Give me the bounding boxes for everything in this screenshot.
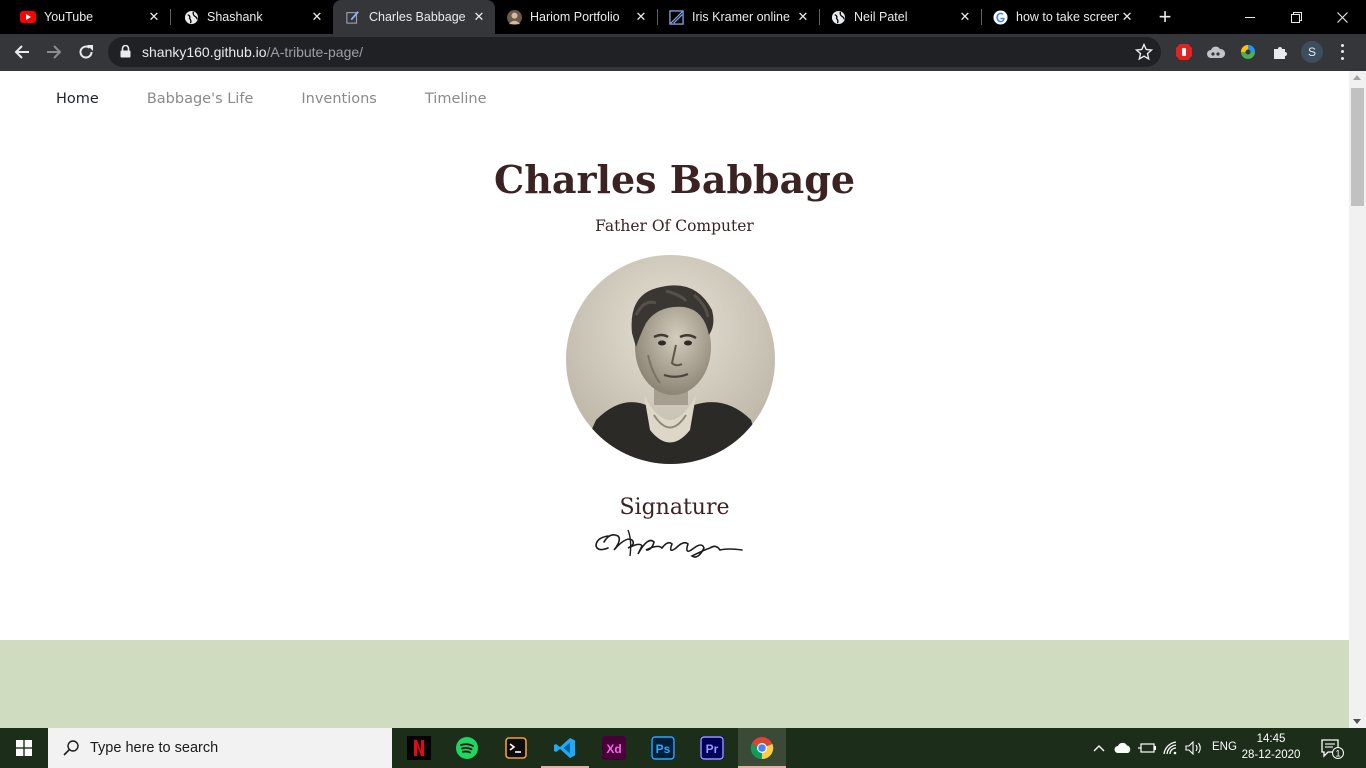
new-tab-button[interactable]: + (1154, 6, 1176, 28)
search-placeholder: Type here to search (90, 740, 219, 756)
close-icon[interactable]: ✕ (309, 9, 325, 25)
tab-iris-kramer[interactable]: Iris Kramer online ✕ (657, 0, 819, 34)
scroll-down-arrow-icon[interactable] (1353, 719, 1361, 724)
terminal-icon[interactable] (492, 728, 540, 768)
tab-charles-babbage[interactable]: Charles Babbage ✕ (333, 0, 495, 34)
windows-taskbar: Type here to search Xd Ps Pr ENG 14:45 2… (0, 728, 1366, 768)
wifi-icon[interactable] (1161, 738, 1181, 758)
premiere-icon[interactable]: Pr (688, 728, 736, 768)
system-clock[interactable]: 14:45 28-12-2020 (1240, 731, 1302, 763)
chrome-icon[interactable] (738, 728, 786, 768)
colorful-extension-icon[interactable] (1238, 42, 1258, 62)
input-language[interactable]: ENG (1212, 741, 1237, 753)
page-subtitle: Father Of Computer (595, 217, 754, 235)
tab-strip: YouTube ✕ Shashank ✕ Charles Babbage ✕ H… (0, 0, 1366, 34)
url-path: /A-tribute-page/ (266, 44, 364, 60)
netflix-icon[interactable] (395, 728, 443, 768)
page-scrollbar[interactable] (1349, 71, 1366, 728)
close-icon[interactable]: ✕ (1119, 9, 1135, 25)
windows-start-icon[interactable] (0, 728, 48, 768)
close-icon[interactable]: ✕ (471, 9, 487, 25)
portrait-image (566, 255, 775, 464)
avatar-icon (506, 9, 522, 25)
tab-neil-patel[interactable]: Neil Patel ✕ (819, 0, 981, 34)
adblock-extension-icon[interactable] (1174, 42, 1194, 62)
chrome-menu-icon[interactable] (1334, 42, 1350, 62)
nav-link-babbages-life[interactable]: Babbage's Life (147, 91, 254, 107)
onedrive-cloud-icon[interactable] (1113, 738, 1133, 758)
address-bar[interactable]: shanky160.github.io/A-tribute-page/ (108, 37, 1161, 67)
tab-youtube[interactable]: YouTube ✕ (0, 0, 170, 34)
url-host: shanky160.github.io (142, 44, 267, 60)
page-title: Charles Babbage (494, 157, 855, 202)
search-icon (62, 739, 80, 757)
youtube-icon (20, 9, 36, 25)
clock-time: 14:45 (1256, 733, 1286, 745)
extensions-puzzle-icon[interactable] (1270, 42, 1290, 62)
close-icon[interactable]: ✕ (795, 9, 811, 25)
back-button[interactable] (8, 38, 36, 66)
tab-hariom-portfolio[interactable]: Hariom Portfolio ✕ (495, 0, 657, 34)
tab-title: Shashank (207, 10, 263, 24)
broken-page-icon (668, 9, 684, 25)
restore-button[interactable] (1273, 0, 1319, 34)
close-icon[interactable]: ✕ (146, 9, 162, 25)
forward-button[interactable] (40, 38, 68, 66)
chevron-up-icon[interactable] (1089, 738, 1109, 758)
pr-label: Pr (706, 742, 719, 756)
notification-center-icon[interactable]: 1 (1320, 736, 1344, 760)
notification-count: 1 (1335, 749, 1340, 759)
xd-label: Xd (606, 742, 621, 756)
close-window-button[interactable] (1319, 0, 1365, 34)
lock-icon[interactable] (120, 44, 131, 63)
profile-avatar[interactable]: S (1301, 41, 1323, 63)
pencil-page-icon (345, 9, 361, 25)
globe-icon (830, 9, 846, 25)
nav-link-inventions[interactable]: Inventions (301, 91, 377, 107)
tab-google-search[interactable]: how to take screen ✕ (981, 0, 1143, 34)
spotify-icon[interactable] (443, 728, 491, 768)
taskbar-search-box[interactable]: Type here to search (48, 728, 392, 768)
volume-icon[interactable] (1184, 738, 1204, 758)
photoshop-icon[interactable]: Ps (639, 728, 687, 768)
bookmark-star-icon[interactable] (1134, 42, 1154, 66)
minimize-button[interactable] (1227, 0, 1273, 34)
clock-date: 28-12-2020 (1241, 749, 1301, 761)
content-section-band (0, 640, 1349, 728)
signature-heading: Signature (619, 495, 730, 520)
nav-link-timeline[interactable]: Timeline (425, 91, 487, 107)
tab-title: how to take screen (1016, 10, 1120, 24)
url-text[interactable]: shanky160.github.io/A-tribute-page/ (142, 44, 363, 60)
adobe-xd-icon[interactable]: Xd (590, 728, 638, 768)
battery-plug-icon[interactable] (1137, 738, 1157, 758)
vscode-icon[interactable] (541, 728, 589, 768)
site-nav: Home Babbage's Life Inventions Timeline (56, 91, 487, 107)
reload-button[interactable] (72, 38, 100, 66)
ps-label: Ps (656, 742, 671, 756)
page-viewport: Home Babbage's Life Inventions Timeline … (0, 71, 1349, 728)
cloud-extension-icon[interactable] (1206, 42, 1226, 62)
tab-title: Charles Babbage (369, 10, 466, 24)
scroll-thumb[interactable] (1351, 88, 1364, 206)
tab-title: YouTube (44, 10, 94, 24)
nav-link-home[interactable]: Home (56, 91, 99, 107)
browser-toolbar: shanky160.github.io/A-tribute-page/ S (0, 34, 1366, 71)
tab-shashank[interactable]: Shashank ✕ (163, 0, 333, 34)
globe-icon (183, 9, 199, 25)
scroll-up-arrow-icon[interactable] (1353, 75, 1361, 80)
close-icon[interactable]: ✕ (957, 9, 973, 25)
tab-title: Hariom Portfolio (530, 10, 620, 24)
close-icon[interactable]: ✕ (633, 9, 649, 25)
tab-title: Iris Kramer online (692, 10, 790, 24)
tab-title: Neil Patel (854, 10, 908, 24)
signature-image (592, 526, 746, 564)
google-icon (992, 9, 1008, 25)
